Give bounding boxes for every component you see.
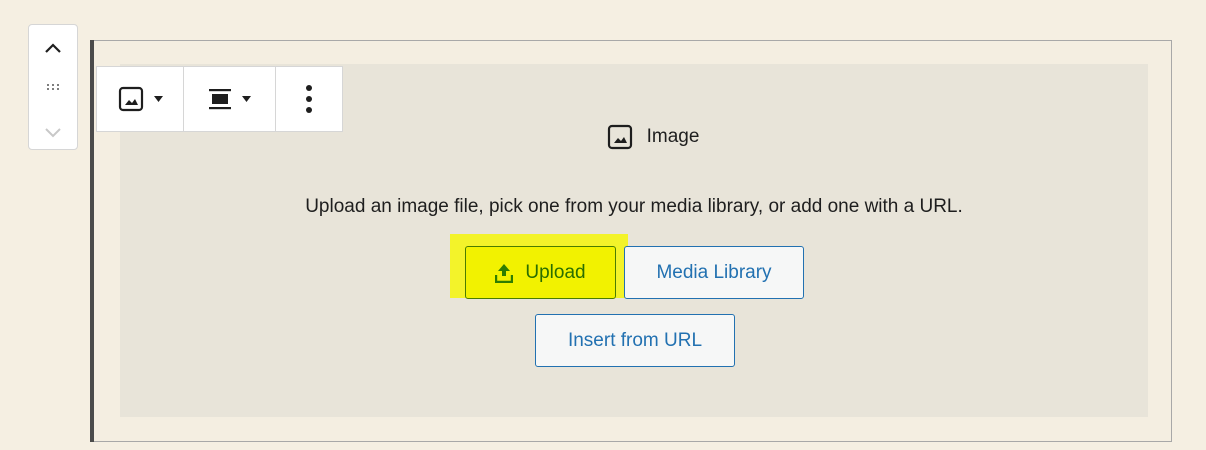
- block-selection-bar: [90, 40, 94, 442]
- chevron-up-icon: [45, 43, 61, 53]
- placeholder-instructions: Upload an image file, pick one from your…: [305, 196, 963, 217]
- caret-down-icon: [153, 96, 163, 102]
- more-vertical-icon: [306, 85, 312, 113]
- block-type-button[interactable]: [97, 67, 183, 131]
- align-button[interactable]: [183, 67, 275, 131]
- align-center-icon: [209, 89, 231, 110]
- upload-button[interactable]: Upload: [465, 246, 616, 299]
- insert-from-url-button[interactable]: Insert from URL: [535, 314, 735, 367]
- upload-label: Upload: [525, 261, 586, 283]
- move-down-button[interactable]: [29, 115, 77, 149]
- block-mover: [28, 24, 78, 150]
- drag-handle[interactable]: [29, 77, 77, 97]
- upload-icon: [495, 263, 514, 283]
- media-library-label: Media Library: [656, 261, 772, 283]
- insert-from-url-label: Insert from URL: [567, 329, 703, 351]
- block-toolbar: [96, 66, 343, 132]
- caret-down-icon: [242, 96, 251, 102]
- chevron-down-icon: [45, 128, 61, 138]
- media-library-button[interactable]: Media Library: [624, 246, 804, 299]
- image-icon: [118, 86, 143, 112]
- more-options-button[interactable]: [275, 67, 342, 131]
- move-up-button[interactable]: [29, 31, 77, 65]
- drag-handle-icon: [47, 84, 59, 90]
